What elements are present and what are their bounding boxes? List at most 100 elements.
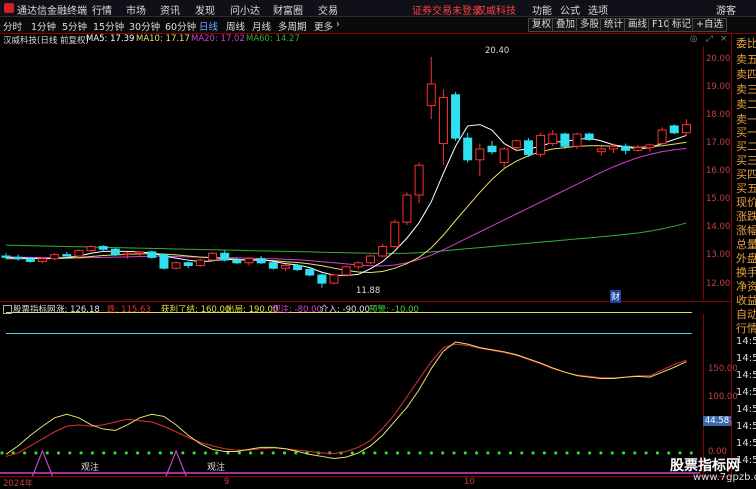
price-tick: 20.00 bbox=[706, 54, 731, 64]
alert-dot bbox=[169, 451, 174, 455]
alert-dot bbox=[633, 451, 637, 455]
alert-dot bbox=[384, 451, 388, 455]
alert-dot bbox=[373, 451, 377, 455]
alert-dot bbox=[102, 451, 106, 455]
candle-body bbox=[135, 251, 145, 254]
alert-dot bbox=[249, 451, 253, 455]
alert-dot bbox=[192, 451, 196, 455]
indicator-white-line bbox=[5, 341, 687, 460]
alert-dot bbox=[203, 451, 207, 455]
candle-body bbox=[62, 254, 72, 257]
candle-body bbox=[183, 262, 193, 266]
candle-body bbox=[159, 254, 169, 269]
indicator-axis: 150.00 100.00 50.00 0.00 bbox=[704, 314, 738, 478]
candle-body bbox=[74, 250, 84, 257]
candle-body bbox=[669, 125, 679, 134]
alert-dot bbox=[429, 451, 433, 455]
chart-area[interactable] bbox=[0, 0, 756, 487]
candle-body bbox=[86, 246, 96, 252]
alert-dot bbox=[554, 451, 558, 455]
candle-body bbox=[13, 256, 23, 260]
candle-body bbox=[487, 145, 497, 153]
indicator-info-bar: 股票指标网 涨: 126.18 跌: 115.63 获利了结: 160.00 出… bbox=[0, 303, 700, 315]
price-tick: 12.00 bbox=[706, 279, 731, 289]
indicator-current-value: 44.58 bbox=[703, 416, 731, 426]
alert-dot bbox=[68, 451, 72, 455]
candle-body bbox=[523, 140, 533, 155]
candle-body bbox=[37, 258, 47, 262]
alert-dot bbox=[45, 451, 49, 455]
alert-dot bbox=[260, 451, 264, 455]
high-price-label: 20.40 bbox=[485, 46, 510, 56]
indicator-up-value: 涨: 126.18 bbox=[56, 305, 100, 315]
alert-dot bbox=[497, 451, 501, 455]
alert-dot bbox=[158, 451, 162, 455]
price-axis: 20.00 19.00 18.00 17.00 16.00 15.00 14.0… bbox=[704, 0, 732, 300]
candle-body bbox=[560, 133, 570, 147]
alert-dot bbox=[407, 451, 411, 455]
alert-dot bbox=[90, 451, 94, 455]
low-price-label: 11.88 bbox=[356, 286, 381, 296]
candle-body bbox=[256, 258, 266, 264]
candle-body bbox=[681, 124, 691, 134]
alert-dot bbox=[350, 451, 354, 455]
candle-body bbox=[438, 96, 448, 145]
indicator-icon[interactable] bbox=[3, 305, 12, 314]
alert-dot bbox=[441, 451, 445, 455]
indicator-exit-value: 出局: 190.00 bbox=[226, 305, 279, 315]
candle-body bbox=[511, 140, 521, 149]
alert-dot bbox=[136, 451, 140, 455]
candle-body bbox=[305, 269, 315, 276]
candle-body bbox=[123, 252, 132, 256]
indicator-down-value: 跌: 115.63 bbox=[107, 305, 151, 315]
candle-body bbox=[244, 258, 254, 264]
price-tick: 16.00 bbox=[706, 166, 731, 176]
alert-dot bbox=[508, 451, 513, 455]
alert-dot bbox=[147, 451, 151, 455]
alert-dot bbox=[475, 451, 479, 455]
alert-dot bbox=[621, 451, 626, 455]
price-tick: 14.00 bbox=[706, 222, 731, 232]
candle-body bbox=[548, 133, 558, 145]
candle-body bbox=[280, 264, 290, 269]
alert-dot bbox=[362, 451, 366, 455]
alert-dot bbox=[34, 451, 38, 455]
alert-dot bbox=[215, 451, 219, 455]
alert-dot bbox=[23, 451, 27, 455]
indicator-tick: 100.00 bbox=[708, 392, 738, 402]
alert-dot bbox=[395, 451, 400, 455]
candle-body bbox=[98, 246, 108, 250]
candle-body bbox=[572, 133, 582, 147]
indicator-takeprofit-value: 获利了结: 160.00 bbox=[161, 305, 231, 315]
candle-body bbox=[208, 252, 218, 261]
candle-body bbox=[195, 259, 205, 266]
candle-body bbox=[1, 255, 11, 258]
indicator-red-line bbox=[5, 343, 687, 457]
candle-body bbox=[536, 134, 546, 155]
candle-body bbox=[499, 148, 509, 164]
alert-dot bbox=[610, 451, 614, 455]
alert-dot bbox=[531, 451, 535, 455]
watch-spike bbox=[31, 449, 54, 477]
financial-report-marker[interactable]: 财 bbox=[610, 290, 622, 303]
indicator-name[interactable]: 股票指标网 bbox=[13, 303, 56, 315]
candle-body bbox=[463, 137, 473, 161]
price-tick: 19.00 bbox=[706, 82, 731, 92]
candle-body bbox=[633, 147, 643, 151]
candle-body bbox=[475, 148, 485, 161]
indicator-tick: 150.00 bbox=[708, 364, 738, 374]
candle-body bbox=[390, 221, 400, 248]
alert-dot bbox=[237, 451, 241, 455]
candle-body bbox=[609, 145, 618, 150]
candle-body bbox=[341, 266, 351, 276]
candle-body bbox=[147, 251, 157, 258]
candle-body bbox=[171, 262, 181, 269]
alert-dot bbox=[565, 451, 569, 455]
candle-body bbox=[25, 258, 35, 262]
candle-body bbox=[293, 264, 303, 271]
candle-body bbox=[402, 194, 412, 223]
alert-dot bbox=[588, 451, 592, 455]
alert-dot bbox=[463, 451, 467, 455]
indicator-alert-value: 预警: -10.00 bbox=[369, 305, 419, 315]
ma60-line bbox=[5, 222, 687, 255]
